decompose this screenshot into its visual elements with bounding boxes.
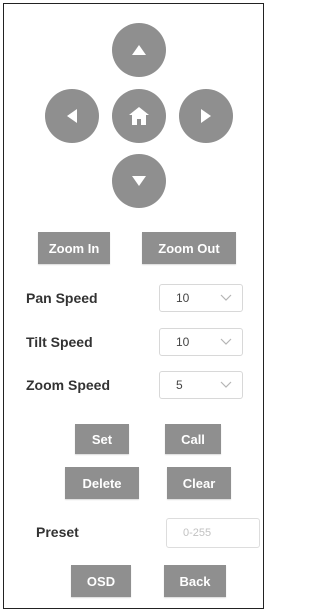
zoom-in-button[interactable]: Zoom In (38, 232, 110, 264)
chevron-down-icon (220, 338, 232, 345)
pan-right-button[interactable] (179, 89, 233, 143)
arrow-up-icon (132, 45, 146, 55)
tilt-speed-select[interactable]: 10 (159, 328, 243, 356)
chevron-down-icon (220, 294, 232, 301)
zoom-speed-select[interactable]: 5 (159, 371, 243, 399)
preset-number-input[interactable] (166, 518, 260, 548)
pan-up-button[interactable] (112, 23, 166, 77)
osd-button[interactable]: OSD (71, 565, 131, 597)
home-icon (129, 107, 149, 125)
tilt-down-button[interactable] (112, 154, 166, 208)
arrow-left-icon (67, 109, 77, 123)
back-button[interactable]: Back (164, 565, 226, 597)
arrow-down-icon (132, 176, 146, 186)
home-button[interactable] (112, 89, 166, 143)
preset-delete-button[interactable]: Delete (65, 467, 139, 499)
chevron-down-icon (220, 381, 232, 388)
pan-speed-label: Pan Speed (26, 290, 98, 306)
tilt-speed-label: Tilt Speed (26, 334, 93, 350)
zoom-speed-label: Zoom Speed (26, 377, 111, 393)
preset-call-button[interactable]: Call (165, 424, 221, 454)
arrow-right-icon (201, 109, 211, 123)
preset-label: Preset (36, 524, 79, 540)
ptz-control-panel: Zoom In Zoom Out Pan Speed 10 Tilt Speed… (3, 3, 264, 609)
preset-set-button[interactable]: Set (75, 424, 129, 454)
zoom-speed-value: 5 (176, 378, 183, 392)
preset-clear-button[interactable]: Clear (167, 467, 231, 499)
pan-speed-value: 10 (176, 291, 190, 305)
pan-speed-select[interactable]: 10 (159, 284, 243, 312)
tilt-speed-value: 10 (176, 335, 190, 349)
zoom-out-button[interactable]: Zoom Out (142, 232, 236, 264)
pan-left-button[interactable] (45, 89, 99, 143)
